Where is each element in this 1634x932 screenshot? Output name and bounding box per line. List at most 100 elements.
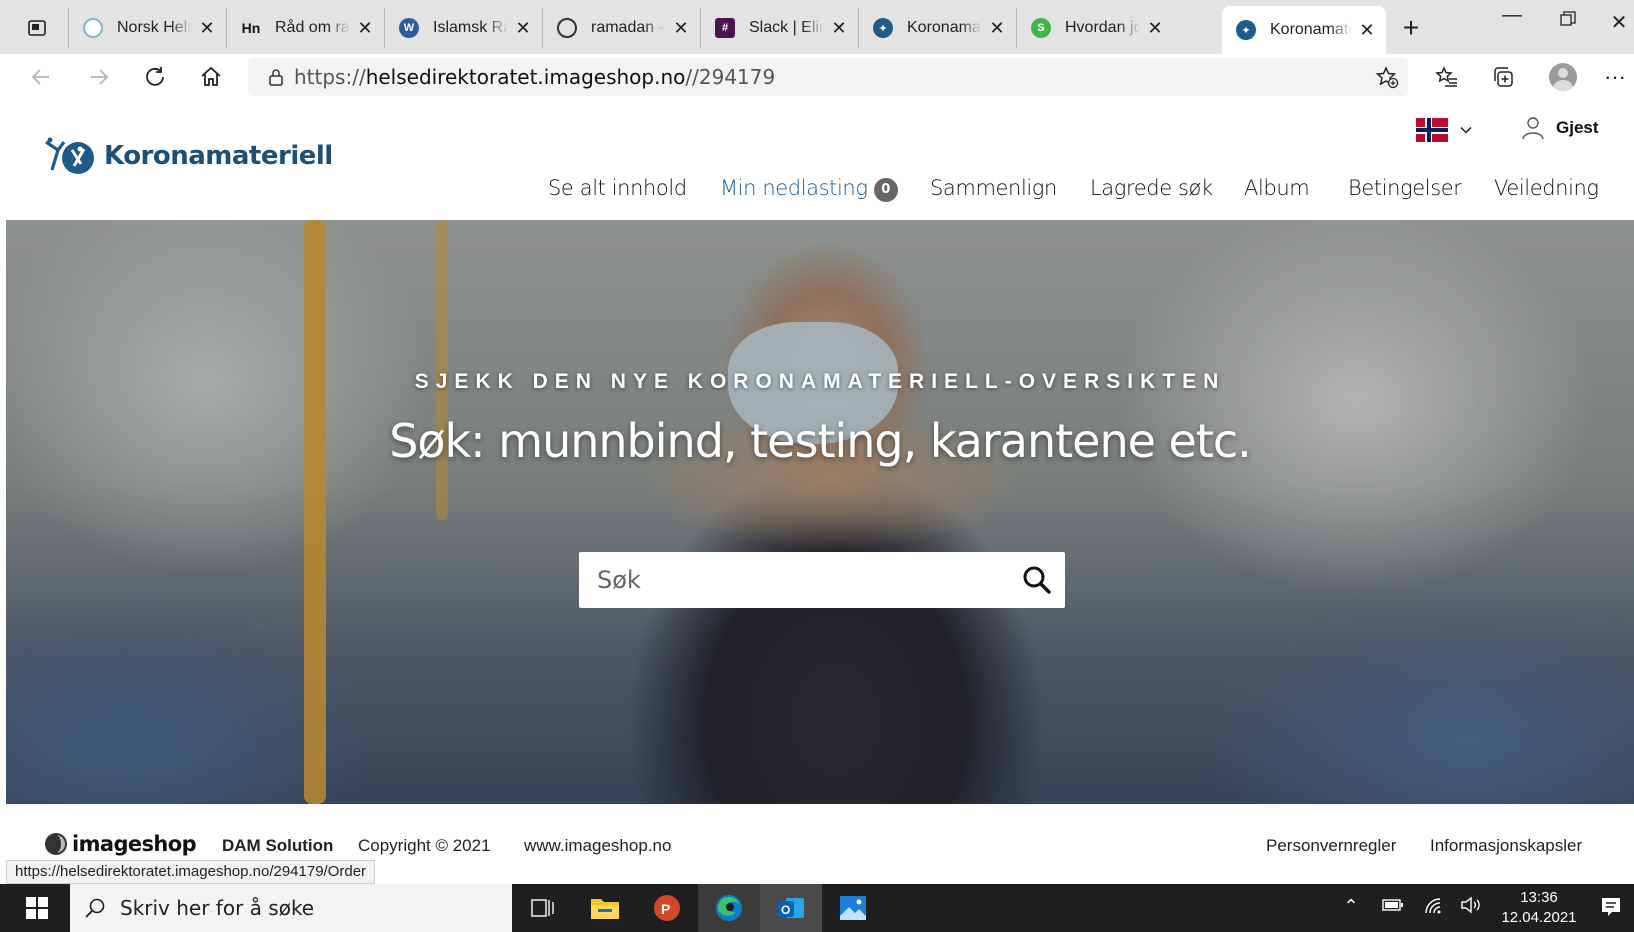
koronamateriell-favicon-icon: ✦: [1236, 20, 1256, 40]
cookies-link[interactable]: Informasjonskapsler: [1430, 836, 1582, 856]
tab-actions-button[interactable]: [22, 14, 52, 42]
notifications-button[interactable]: [1600, 896, 1622, 923]
nav-guide[interactable]: Veiledning: [1494, 176, 1599, 200]
tab-actions-icon: [28, 20, 46, 36]
back-button[interactable]: [24, 60, 58, 94]
copyright-text: Copyright © 2021: [358, 836, 491, 855]
close-tab-icon[interactable]: ✕: [1146, 18, 1164, 39]
search-input[interactable]: [579, 552, 1009, 608]
taskbar-search[interactable]: Skriv her for å søke: [70, 884, 512, 932]
restore-window-button[interactable]: [1548, 10, 1588, 33]
browser-toolbar: https://helsedirektoratet.imageshop.no//…: [0, 54, 1634, 100]
home-button[interactable]: [194, 60, 228, 94]
nav-album[interactable]: Album: [1244, 176, 1310, 200]
volume-icon[interactable]: [1458, 896, 1484, 919]
close-tab-icon[interactable]: ✕: [672, 18, 690, 39]
start-button[interactable]: [8, 884, 66, 932]
wifi-icon[interactable]: [1420, 896, 1446, 919]
show-hidden-icons-button[interactable]: ⌃: [1338, 896, 1364, 917]
task-view-button[interactable]: [512, 884, 574, 932]
file-explorer-app[interactable]: [574, 884, 636, 932]
close-tab-icon[interactable]: ✕: [198, 18, 216, 39]
nav-my-downloads-label: Min nedlasting: [720, 176, 868, 200]
new-tab-button[interactable]: +: [1396, 12, 1426, 44]
norway-flag-icon: [1416, 118, 1448, 142]
profile-avatar-icon: [1549, 63, 1577, 91]
favorites-button[interactable]: [1430, 60, 1464, 94]
minimize-window-button[interactable]: —: [1492, 4, 1532, 27]
reload-button[interactable]: [138, 60, 172, 94]
star-add-icon: [1375, 66, 1399, 89]
clock-date: 12.04.2021: [1501, 909, 1577, 926]
settings-menu-button[interactable]: ···: [1600, 60, 1630, 94]
browser-tab[interactable]: Hn Råd om ramadan ✕: [226, 8, 384, 48]
koronamateriell-favicon-icon: ✦: [873, 18, 893, 38]
taskbar-clock[interactable]: 13:36 12.04.2021: [1494, 888, 1584, 928]
outlook-app[interactable]: O: [760, 884, 822, 932]
privacy-link[interactable]: Personvernregler: [1266, 836, 1396, 856]
close-tab-icon[interactable]: ✕: [988, 18, 1006, 39]
forward-button[interactable]: [82, 60, 116, 94]
hero-kicker: SJEKK DEN NYE KORONAMATERIELL-OVERSIKTEN: [414, 370, 1226, 393]
edge-icon: [716, 895, 742, 921]
photos-app[interactable]: [822, 884, 884, 932]
browser-tab-bar: Norsk Helse ✕ Hn Råd om ramadan ✕ W Isla…: [0, 0, 1634, 54]
edge-app[interactable]: [698, 884, 760, 932]
close-tab-icon[interactable]: ✕: [356, 18, 374, 39]
nav-compare[interactable]: Sammenlign: [930, 176, 1057, 200]
battery-icon[interactable]: [1380, 896, 1406, 917]
imageshop-logo[interactable]: imageshop: [44, 832, 197, 856]
tab-title: Slack | Eline: [749, 19, 824, 37]
site-logo[interactable]: Koronamateriell: [44, 136, 333, 176]
language-selector[interactable]: [1416, 118, 1474, 142]
user-label: Gjest: [1556, 118, 1599, 137]
profile-button[interactable]: [1546, 60, 1580, 94]
svg-text:O: O: [781, 903, 790, 917]
address-bar[interactable]: https://helsedirektoratet.imageshop.no//…: [248, 58, 1408, 96]
tab-title: Islamsk Råd: [433, 19, 508, 37]
browser-tab[interactable]: S Hvordan jobb ✕: [1016, 8, 1174, 48]
powerpoint-icon: P: [654, 895, 680, 921]
imageshop-logo-text: imageshop: [72, 832, 197, 856]
nav-saved-searches[interactable]: Lagrede søk: [1090, 176, 1213, 200]
search-button[interactable]: [1009, 552, 1065, 608]
browser-tab[interactable]: ✦ Koronamate ✕: [858, 8, 1016, 48]
close-tab-icon[interactable]: ✕: [1358, 20, 1376, 41]
browser-tab-active[interactable]: ✦ Koronamate ✕: [1222, 6, 1386, 54]
slack-favicon-icon: #: [715, 18, 735, 38]
close-tab-icon[interactable]: ✕: [514, 18, 532, 39]
status-bar-url: https://helsedirektoratet.imageshop.no/2…: [6, 860, 376, 884]
tab-title: Råd om ramadan: [275, 19, 350, 37]
outlook-icon: O: [778, 898, 804, 918]
download-count-badge: 0: [873, 178, 898, 202]
collections-icon: [1494, 67, 1513, 87]
hero-search-box: [579, 552, 1065, 608]
user-icon: [1522, 117, 1544, 140]
more-horizontal-icon: ···: [1604, 64, 1626, 89]
dam-solution-link[interactable]: DAM Solution: [222, 836, 333, 856]
imageshop-website-link[interactable]: www.imageshop.no: [524, 836, 671, 856]
collections-button[interactable]: [1486, 60, 1520, 94]
search-icon: [85, 898, 105, 918]
hero-overlay: [6, 220, 1634, 804]
reload-icon: [146, 67, 164, 86]
wordpress-favicon-icon: W: [399, 18, 419, 38]
add-favorite-button[interactable]: [1370, 60, 1404, 94]
browser-tab[interactable]: ramadan – ✕: [542, 8, 700, 48]
nav-terms[interactable]: Betingelser: [1348, 176, 1462, 200]
browser-tab[interactable]: W Islamsk Råd ✕: [384, 8, 542, 48]
user-menu[interactable]: Gjest: [1522, 116, 1599, 140]
svg-text:P: P: [661, 901, 670, 917]
close-tab-icon[interactable]: ✕: [830, 18, 848, 39]
nav-all-content[interactable]: Se alt innhold: [548, 176, 687, 200]
browser-tab[interactable]: Norsk Helse ✕: [68, 8, 226, 48]
photos-icon: [840, 896, 866, 920]
hn-favicon-icon: Hn: [241, 18, 261, 38]
close-window-button[interactable]: ✕: [1604, 10, 1634, 35]
powerpoint-app[interactable]: P: [636, 884, 698, 932]
browser-tab[interactable]: # Slack | Eline ✕: [700, 8, 858, 48]
nav-my-downloads[interactable]: Min nedlasting 0: [720, 176, 898, 202]
main-navigation: Se alt innhold Min nedlasting 0 Sammenlig…: [6, 176, 1634, 212]
tab-title: Koronamate: [1270, 21, 1352, 39]
tab-title: ramadan –: [591, 19, 666, 37]
